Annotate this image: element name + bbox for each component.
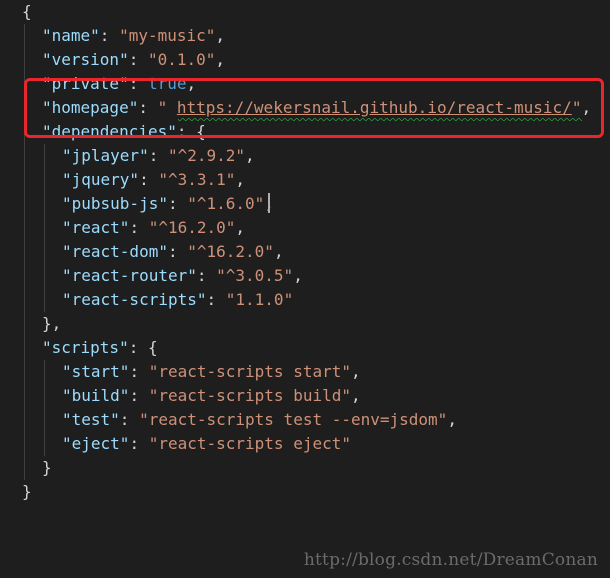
text-cursor	[268, 193, 270, 213]
code-token: :	[139, 170, 159, 189]
code-line[interactable]: "test": "react-scripts test --env=jsdom"…	[62, 408, 457, 432]
code-token: :	[128, 50, 148, 69]
code-line[interactable]: "react": "^16.2.0",	[62, 216, 245, 240]
code-line[interactable]: "scripts": {	[42, 336, 158, 360]
code-token: ,	[235, 170, 246, 189]
code-token: "react"	[62, 218, 130, 237]
code-token: "react-scripts eject"	[148, 434, 351, 453]
code-line[interactable]: "jquery": "^3.3.1",	[62, 168, 245, 192]
code-token: ,	[273, 242, 284, 261]
code-token: :	[148, 146, 168, 165]
code-token: "react-scripts"	[62, 290, 207, 309]
code-token: :	[167, 194, 188, 213]
code-token: "eject"	[62, 434, 130, 453]
code-token: "test"	[62, 410, 120, 429]
code-token: "0.1.0"	[147, 50, 216, 69]
code-token: "my-music"	[119, 26, 216, 45]
code-line[interactable]: "build": "react-scripts build",	[62, 384, 361, 408]
code-token: ,	[447, 410, 457, 429]
code-line[interactable]: "start": "react-scripts start",	[62, 360, 361, 384]
code-token: "scripts"	[42, 338, 129, 357]
code-token: "react-router"	[62, 266, 197, 285]
code-token: :	[99, 26, 120, 45]
code-token: :	[129, 362, 149, 381]
code-line[interactable]: }	[42, 456, 52, 480]
code-token: "pubsub-js"	[62, 194, 168, 213]
code-line[interactable]: "react-router": "^3.0.5",	[62, 264, 303, 288]
code-token: :	[206, 290, 226, 309]
code-token: ,	[215, 50, 226, 69]
code-token: "^16.2.0"	[187, 242, 274, 261]
code-token: "version"	[42, 50, 129, 69]
code-token: {	[22, 2, 32, 21]
code-token: :	[129, 386, 149, 405]
code-token: :	[196, 266, 217, 285]
code-token: }	[42, 458, 52, 477]
code-token: :	[129, 434, 149, 453]
code-token: }	[22, 482, 32, 501]
code-token: ,	[245, 146, 255, 165]
code-token: "jquery"	[62, 170, 140, 189]
code-token: :	[119, 410, 140, 429]
code-token: "^1.6.0"	[187, 194, 265, 213]
code-token: "build"	[62, 386, 130, 405]
code-token: "^2.9.2"	[167, 146, 246, 165]
code-line[interactable]: "react-scripts": "1.1.0"	[62, 288, 293, 312]
code-token: ,	[293, 266, 303, 285]
code-line[interactable]: "version": "0.1.0",	[42, 48, 225, 72]
code-token: "start"	[62, 362, 130, 381]
code-token: "react-scripts test --env=jsdom"	[139, 410, 448, 429]
code-token: :	[167, 242, 188, 261]
code-token: "name"	[42, 26, 100, 45]
code-token: : {	[128, 338, 158, 357]
watermark-text: http://blog.csdn.net/DreamConan	[303, 550, 598, 570]
code-editor[interactable]: {"name": "my-music", "version": "0.1.0", "…	[0, 0, 610, 578]
code-token: ,	[215, 26, 226, 45]
code-token: "^3.3.1"	[158, 170, 236, 189]
code-token: ,	[235, 218, 246, 237]
code-line[interactable]: }	[22, 480, 32, 504]
code-token: ,	[351, 362, 361, 381]
code-token: "1.1.0"	[225, 290, 294, 309]
code-token: "^3.0.5"	[216, 266, 294, 285]
code-line[interactable]: "pubsub-js": "^1.6.0",	[62, 192, 274, 216]
code-token: :	[129, 218, 149, 237]
code-line[interactable]: "name": "my-music",	[42, 24, 225, 48]
code-line[interactable]: "jplayer": "^2.9.2",	[62, 144, 255, 168]
indent-guide-level-2-dependencies	[44, 144, 45, 312]
code-token: },	[42, 314, 62, 333]
code-token: "react-dom"	[62, 242, 168, 261]
code-line[interactable]: },	[42, 312, 61, 336]
homepage-highlight-box	[24, 78, 604, 138]
code-token: "react-scripts start"	[148, 362, 351, 381]
code-token: "jplayer"	[62, 146, 149, 165]
code-token: "react-scripts build"	[148, 386, 351, 405]
code-token: ,	[351, 386, 361, 405]
indent-guide-level-2-scripts	[44, 360, 45, 456]
code-line[interactable]: {	[22, 0, 32, 24]
code-line[interactable]: "react-dom": "^16.2.0",	[62, 240, 284, 264]
code-line[interactable]: "eject": "react-scripts eject"	[62, 432, 351, 456]
code-token: "^16.2.0"	[148, 218, 236, 237]
